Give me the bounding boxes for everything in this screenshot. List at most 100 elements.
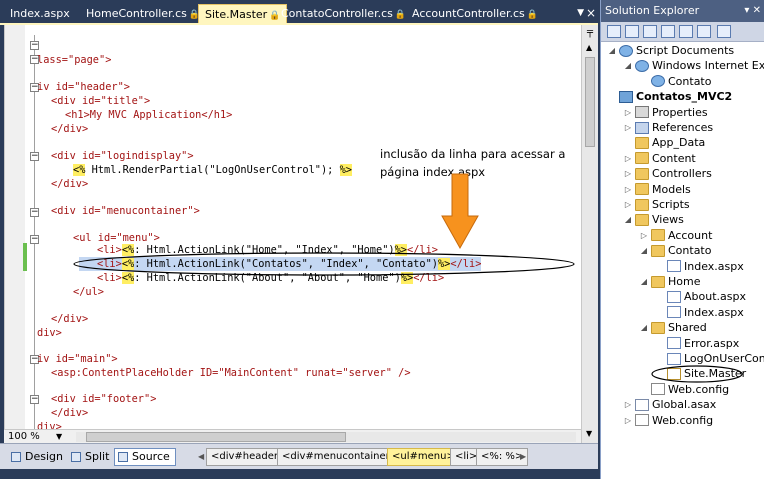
expand-icon[interactable]: ▷ [623, 397, 633, 412]
tab-contato-controller[interactable]: ContatoController.cs 🔒 [275, 4, 412, 23]
vertical-scroll-thumb[interactable] [585, 57, 595, 147]
code-token: </div> [51, 407, 89, 419]
design-view-button[interactable]: Design [8, 448, 68, 466]
tree-item[interactable]: ▷ References [623, 120, 713, 135]
source-view-button[interactable]: Source [114, 448, 176, 466]
breadcrumb-item[interactable]: <div#menucontainer> [277, 448, 404, 466]
tree-item-label: App_Data [652, 136, 706, 150]
tree-item[interactable]: ◢ Views [623, 212, 684, 227]
tab-account-controller[interactable]: AccountController.cs 🔒 [406, 4, 544, 23]
tree-item[interactable]: About.aspx [655, 289, 746, 304]
changed-line-marker [23, 243, 27, 257]
show-all-files-icon[interactable] [625, 25, 639, 38]
tree-item[interactable]: ◢ Windows Internet Explorer [623, 58, 764, 73]
tree-item[interactable]: App_Data [623, 135, 705, 150]
collapse-icon[interactable]: ◢ [639, 274, 649, 289]
zoom-level[interactable]: 100 % [8, 431, 40, 442]
tree-item[interactable]: ▷ Content [623, 151, 696, 166]
chevron-left-icon[interactable]: ◀ [198, 452, 204, 461]
code-editor[interactable]: − − − − − − − − lass="page"> iv id="head… [4, 25, 581, 429]
collapse-icon[interactable]: − [30, 152, 39, 161]
tree-item[interactable]: ◢ Script Documents [607, 43, 734, 58]
horizontal-scroll-thumb[interactable] [86, 432, 346, 442]
aspx-icon [667, 337, 681, 350]
tree-item[interactable]: Error.aspx [655, 336, 739, 351]
tree-item-label: Web.config [652, 413, 714, 427]
view-designer-icon[interactable] [679, 25, 693, 38]
tree-item[interactable]: Index.aspx [655, 259, 744, 274]
scroll-up-icon[interactable]: ▲ [586, 43, 592, 52]
tree-item[interactable]: ◢ Home [639, 274, 701, 289]
collapse-icon[interactable]: ◢ [639, 243, 649, 258]
outline-guide [34, 35, 35, 429]
tab-index-aspx[interactable]: Index.aspx [4, 4, 76, 23]
code-token: iv id="main"> [37, 353, 118, 365]
collapse-icon[interactable]: − [30, 395, 39, 404]
tree-item[interactable]: Contato [639, 74, 711, 89]
tree-item[interactable]: ◢ Shared [639, 320, 707, 335]
code-line: <h1>My MVC Application</h1> [65, 108, 232, 122]
refresh-icon[interactable] [643, 25, 657, 38]
view-code-icon[interactable] [661, 25, 675, 38]
tree-item[interactable]: Contatos_MVC2 [607, 89, 732, 104]
tree-item[interactable]: ▷ Account [639, 228, 713, 243]
editor-status-strip: 100 % ▼ [4, 429, 581, 443]
tab-dropdown-icon[interactable]: ▼ [577, 8, 584, 18]
collapse-icon[interactable]: ◢ [623, 212, 633, 227]
code-line: <div id="logindisplay"> [51, 149, 194, 163]
tree-item-label: Account [668, 228, 713, 242]
expand-icon[interactable]: ▷ [623, 151, 633, 166]
code-token: <div id="logindisplay"> [51, 150, 194, 162]
pin-icon[interactable]: ▾ ✕ [744, 0, 761, 22]
breadcrumb-item[interactable]: <ul#menu> [387, 448, 460, 466]
collapse-icon[interactable]: − [30, 235, 39, 244]
tree-item[interactable]: ▷ Global.asax [623, 397, 716, 412]
folder-icon [651, 275, 665, 288]
chevron-down-icon[interactable]: ▼ [56, 432, 62, 441]
expand-icon[interactable]: ▷ [623, 105, 633, 120]
expand-icon[interactable]: ▷ [623, 413, 633, 428]
code-token: <h1>My MVC Application</h1> [65, 109, 233, 121]
solution-explorer-header: Solution Explorer ▾ ✕ [601, 0, 764, 22]
collapse-icon[interactable]: ◢ [607, 43, 617, 58]
tree-item[interactable]: ▷ Web.config [623, 413, 713, 428]
horizontal-scrollbar[interactable] [76, 432, 576, 442]
tree-item[interactable]: ▷ Models [623, 182, 691, 197]
tree-item[interactable]: Index.aspx [655, 305, 744, 320]
aspx-icon [667, 290, 681, 303]
collapse-icon[interactable]: ◢ [623, 58, 633, 73]
tree-item[interactable]: Web.config [639, 382, 729, 397]
folder-icon [635, 183, 649, 196]
code-line: iv id="main"> [37, 352, 118, 366]
class-diagram-icon[interactable] [697, 25, 711, 38]
split-view-button[interactable]: Split [68, 448, 114, 466]
web-config-icon[interactable] [717, 25, 731, 38]
code-line: div> [37, 326, 62, 340]
tree-item[interactable]: ▷ Properties [623, 105, 708, 120]
annotation-ellipse [73, 252, 575, 276]
expand-icon[interactable]: ▷ [639, 228, 649, 243]
design-icon [11, 452, 21, 462]
collapse-icon[interactable]: − [30, 208, 39, 217]
code-line: <div id="menucontainer"> [51, 204, 200, 218]
tab-site-master[interactable]: Site.Master 🔒 [198, 4, 288, 23]
code-token: <div id="title"> [51, 95, 151, 107]
scroll-down-icon[interactable]: ▼ [586, 429, 592, 438]
close-icon[interactable]: × [586, 6, 596, 20]
expand-icon[interactable]: ▷ [623, 197, 633, 212]
split-handle-icon[interactable]: ╤ [584, 27, 596, 39]
expand-icon[interactable]: ▷ [623, 166, 633, 181]
expand-icon[interactable]: ▷ [623, 182, 633, 197]
tree-item[interactable]: ◢ Contato [639, 243, 712, 258]
collapse-icon[interactable]: − [30, 41, 39, 50]
collapse-icon[interactable]: ◢ [639, 320, 649, 335]
tree-item-label: References [652, 121, 714, 134]
chevron-right-icon[interactable]: ▶ [520, 452, 526, 461]
vertical-scrollbar[interactable]: ╤ ▲ ▼ [581, 25, 598, 443]
tree-item[interactable]: ▷ Controllers [623, 166, 712, 181]
expand-icon[interactable]: ▷ [623, 120, 633, 135]
properties-icon[interactable] [607, 25, 621, 38]
annotation-line: inclusão da linha para acessar a [380, 147, 566, 161]
tree-item[interactable]: ▷ Scripts [623, 197, 690, 212]
tab-home-controller[interactable]: HomeController.cs 🔒 [80, 4, 206, 23]
